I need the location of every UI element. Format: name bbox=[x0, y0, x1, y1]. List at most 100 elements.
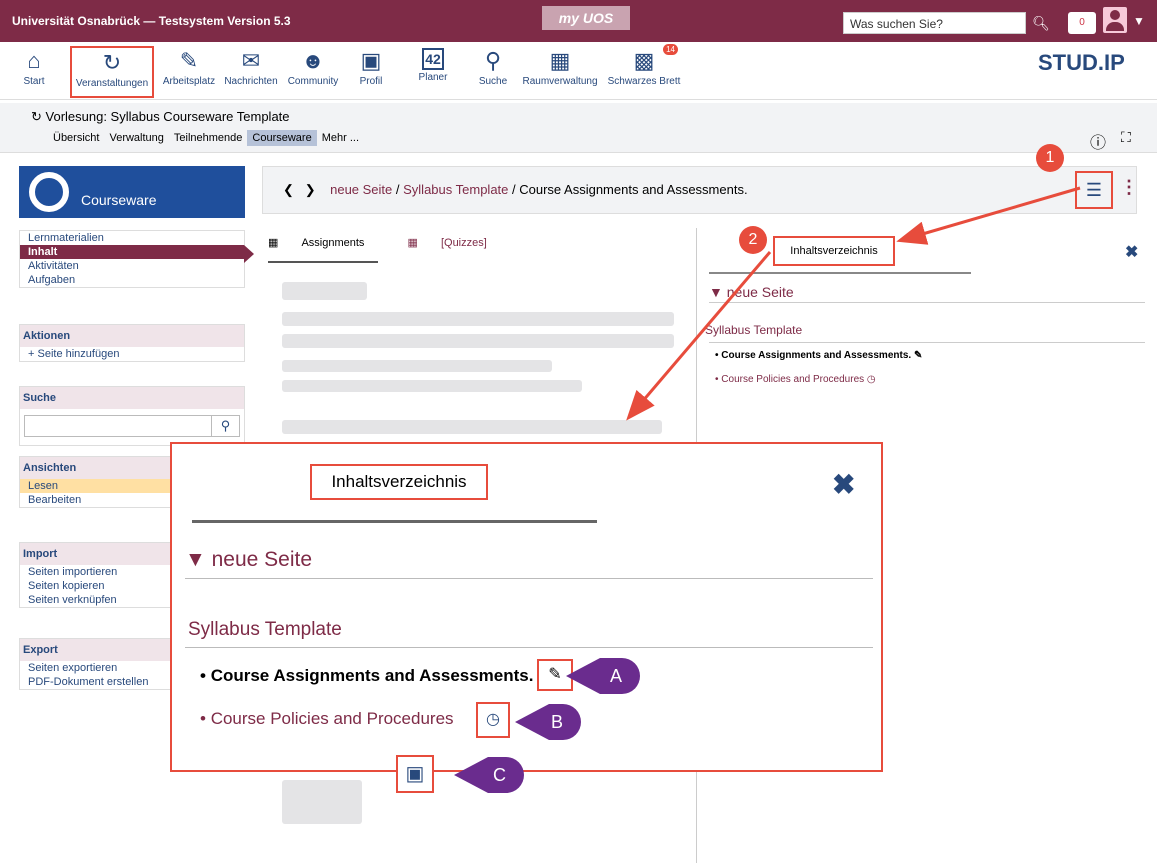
page-icon: ▦ bbox=[407, 237, 421, 249]
blurred-content bbox=[282, 282, 367, 300]
course-title-text: Vorlesung: Syllabus Courseware Template bbox=[45, 109, 290, 124]
sidebar-item-lernmaterialien[interactable]: Lernmaterialien bbox=[20, 231, 244, 245]
active-tab-indicator bbox=[268, 261, 378, 263]
courseware-header: Courseware bbox=[19, 166, 245, 218]
tab-verwaltung[interactable]: Verwaltung bbox=[104, 130, 168, 146]
back-arrow-icon[interactable]: ❮ bbox=[283, 182, 294, 197]
nav-label: Raumverwaltung bbox=[522, 76, 598, 87]
toc-page-label: neue Seite bbox=[211, 548, 313, 571]
chevron-down-icon[interactable]: ▼ bbox=[1133, 14, 1145, 28]
tab-quizzes[interactable]: ▦ [Quizzes] bbox=[408, 237, 507, 249]
breadcrumb-section[interactable]: Syllabus Template bbox=[403, 182, 508, 197]
notifications-counter[interactable]: 0 bbox=[1068, 12, 1096, 34]
fullscreen-icon[interactable]: ⛶ bbox=[1121, 129, 1131, 146]
toc-section[interactable]: Syllabus Template bbox=[188, 619, 342, 641]
home-icon: ⌂ bbox=[27, 48, 41, 73]
nav-planer[interactable]: 42 Planer bbox=[412, 48, 454, 83]
close-icon[interactable]: ✖ bbox=[1125, 242, 1138, 262]
toc-tab[interactable]: Inhaltsverzeichnis bbox=[310, 464, 488, 500]
table-of-contents-icon[interactable]: ☰ bbox=[1075, 171, 1113, 209]
page-icon: ▦ bbox=[268, 237, 282, 249]
blurred-content bbox=[282, 420, 662, 434]
sidebar-item-aktivitaeten[interactable]: Aktivitäten bbox=[20, 259, 244, 273]
nav-label: Veranstaltungen bbox=[75, 78, 149, 89]
toc-item-current[interactable]: • Course Assignments and Assessments. ✎ bbox=[715, 350, 922, 361]
tab-assignments[interactable]: ▦ Assignments bbox=[268, 237, 384, 249]
tab-courseware[interactable]: Courseware bbox=[247, 130, 317, 146]
blurred-content bbox=[282, 380, 582, 392]
nav-community[interactable]: ☻ Community bbox=[284, 48, 342, 87]
toc-section[interactable]: Syllabus Template bbox=[705, 323, 802, 337]
divider bbox=[185, 647, 873, 648]
blurred-content bbox=[282, 334, 674, 348]
sidebar-search-input[interactable]: ⚲ bbox=[24, 415, 240, 437]
sidebar-heading: Aktionen bbox=[20, 325, 244, 347]
nav-veranstaltungen[interactable]: ↻ Veranstaltungen bbox=[70, 46, 154, 98]
sidebar-aktionen: Aktionen + Seite hinzufügen bbox=[19, 324, 245, 362]
callout-a: A bbox=[566, 658, 640, 694]
nav-label: Community bbox=[287, 76, 339, 87]
divider bbox=[185, 578, 873, 579]
course-context-bar: ↻ Vorlesung: Syllabus Courseware Templat… bbox=[0, 103, 1157, 153]
tab-teilnehmende[interactable]: Teilnehmende bbox=[169, 130, 248, 146]
toc-page-link[interactable]: ▼ neue Seite bbox=[185, 548, 312, 572]
toc-page-label: neue Seite bbox=[726, 284, 794, 300]
toc-tab[interactable]: Inhaltsverzeichnis bbox=[773, 236, 895, 266]
step-marker-1: 1 bbox=[1036, 144, 1064, 172]
clock-icon: ◷ bbox=[866, 374, 876, 385]
sidebar-heading: Suche bbox=[20, 387, 244, 409]
tab-mehr[interactable]: Mehr ... bbox=[317, 130, 364, 146]
my-uos-logo[interactable]: my UOS bbox=[542, 6, 630, 30]
mail-icon: ✉ bbox=[241, 48, 261, 73]
main-navigation: ⌂ Start ↻ Veranstaltungen ✎ Arbeitsplatz… bbox=[0, 42, 1157, 100]
close-icon[interactable]: ✖ bbox=[832, 468, 855, 501]
add-page-link[interactable]: + Seite hinzufügen bbox=[20, 347, 244, 361]
breadcrumb-page[interactable]: neue Seite bbox=[330, 182, 392, 197]
blurred-content bbox=[282, 312, 674, 326]
search-icon[interactable]: ⚲ bbox=[211, 416, 239, 436]
nav-profil[interactable]: ▣ Profil bbox=[350, 48, 392, 87]
nav-suche[interactable]: ⚲ Suche bbox=[472, 48, 514, 87]
more-menu-icon[interactable]: ⋮ bbox=[1120, 177, 1138, 198]
tab-uebersicht[interactable]: Übersicht bbox=[48, 130, 104, 146]
nav-start[interactable]: ⌂ Start bbox=[14, 48, 54, 87]
sidebar-nav: Lernmaterialien Inhalt Aktivitäten Aufga… bbox=[19, 230, 254, 288]
nav-label: Schwarzes Brett bbox=[607, 76, 681, 87]
sidebar-item-aufgaben[interactable]: Aufgaben bbox=[20, 273, 244, 287]
forward-arrow-icon[interactable]: ❯ bbox=[305, 182, 316, 197]
toc-item-label: Course Policies and Procedures bbox=[210, 709, 454, 728]
calendar-icon: 42 bbox=[422, 48, 444, 70]
toc-page-link[interactable]: ▼ neue Seite bbox=[709, 284, 794, 300]
sidebar-suche: Suche ⚲ bbox=[19, 386, 245, 446]
global-search-input[interactable]: Was suchen Sie? bbox=[843, 12, 1026, 34]
layers-icon: ▼ bbox=[185, 548, 212, 571]
board-badge: 14 bbox=[663, 44, 678, 55]
toc-item[interactable]: • Course Policies and Procedures bbox=[200, 709, 454, 729]
lock-icon: ▣ bbox=[396, 755, 434, 793]
blurred-content bbox=[282, 360, 552, 372]
search-icon[interactable]: 🔍︎ bbox=[1027, 12, 1055, 34]
board-icon: ▩ bbox=[633, 48, 655, 73]
blurred-content bbox=[282, 780, 362, 824]
nav-label: Start bbox=[23, 76, 45, 87]
courseware-label: Courseware bbox=[81, 192, 157, 208]
room-icon: ▦ bbox=[549, 48, 571, 73]
nav-schwarzes-brett[interactable]: ▩ 14 Schwarzes Brett bbox=[598, 44, 690, 87]
courseware-ribbon: ❮ ❯ neue Seite / Syllabus Template / Cou… bbox=[262, 166, 1138, 214]
help-icon[interactable]: ⓘ bbox=[1090, 129, 1106, 153]
nav-raumverwaltung[interactable]: ▦ Raumverwaltung bbox=[512, 48, 608, 87]
community-icon: ☻ bbox=[301, 48, 325, 73]
sidebar-item-inhalt[interactable]: Inhalt bbox=[20, 245, 254, 263]
divider bbox=[709, 302, 1145, 303]
system-title: Universität Osnabrück — Testsystem Versi… bbox=[12, 14, 291, 28]
studip-logo[interactable]: STUD.IP bbox=[1038, 50, 1125, 76]
search-icon: ⚲ bbox=[484, 48, 502, 73]
add-page-label: Seite hinzufügen bbox=[37, 348, 120, 360]
nav-nachrichten[interactable]: ✉ Nachrichten bbox=[220, 48, 282, 87]
avatar[interactable] bbox=[1103, 7, 1127, 33]
toc-item[interactable]: • Course Policies and Procedures ◷ bbox=[715, 374, 876, 385]
content-tabs: ▦ Assignments ▦ [Quizzes] bbox=[268, 236, 527, 249]
nav-label: Profil bbox=[359, 76, 383, 87]
toc-item-current[interactable]: • Course Assignments and Assessments. bbox=[200, 666, 533, 686]
nav-arbeitsplatz[interactable]: ✎ Arbeitsplatz bbox=[156, 48, 222, 87]
